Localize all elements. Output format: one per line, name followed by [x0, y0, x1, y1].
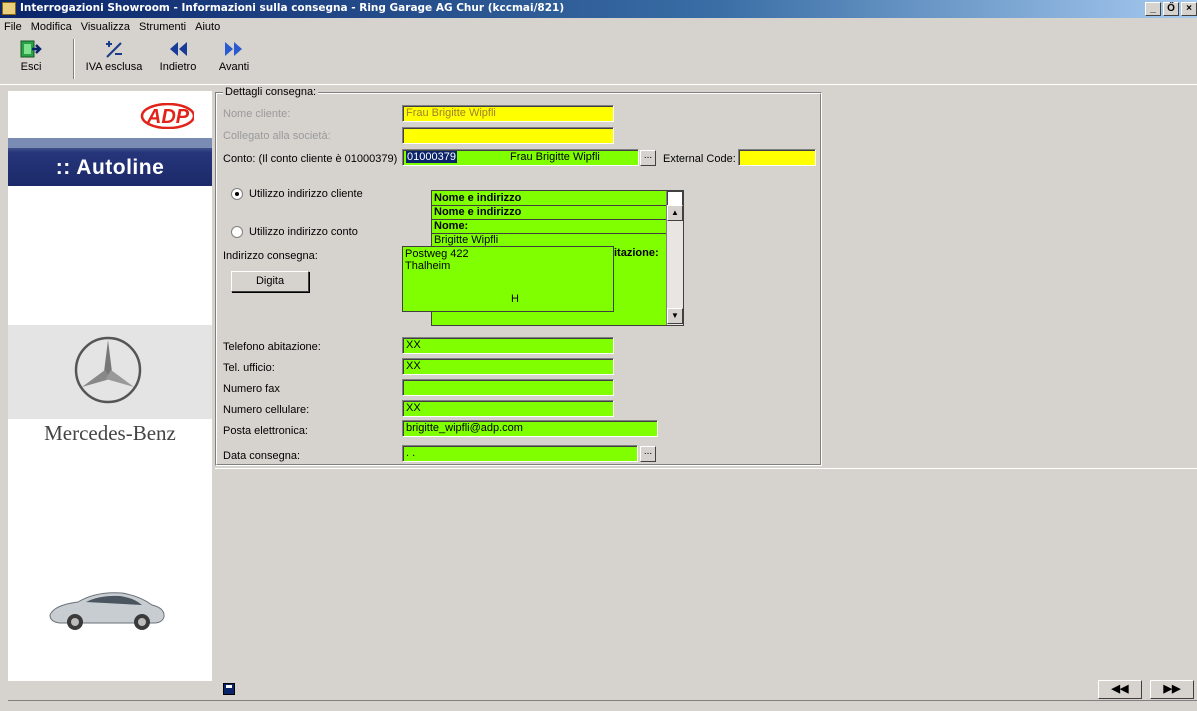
mercedes-star-icon — [74, 336, 142, 404]
menu-aiuto[interactable]: Aiuto — [195, 21, 220, 33]
back-label: Indietro — [159, 61, 197, 73]
menu-bar: File Modifica Visualizza Strumenti Aiuto — [0, 18, 1197, 35]
scroll-down-icon[interactable]: ▼ — [667, 308, 683, 324]
forward-label: Avanti — [218, 61, 250, 73]
menu-strumenti[interactable]: Strumenti — [139, 21, 186, 33]
account-field[interactable]: 01000379 Frau Brigitte Wipfli — [402, 149, 639, 166]
email-label: Posta elettronica: — [223, 425, 308, 437]
list-item[interactable]: Nome: — [434, 220, 468, 232]
phone-home-field[interactable]: XX — [402, 337, 614, 354]
exit-icon — [20, 37, 42, 61]
scroll-up-icon[interactable]: ▲ — [667, 205, 683, 221]
customer-name-label: Nome cliente: — [223, 108, 291, 120]
account-code: 01000379 — [406, 151, 457, 163]
delivery-address-label: Indirizzo consegna: — [223, 250, 318, 262]
vat-excluded-button[interactable]: IVA esclusa — [80, 37, 148, 81]
car-image — [49, 592, 165, 630]
right-empty-panel — [824, 92, 1197, 466]
delivery-address-textbox[interactable]: Postweg 422 Thalheim H — [402, 246, 614, 312]
menu-visualizza[interactable]: Visualizza — [81, 21, 130, 33]
menu-file[interactable]: File — [4, 21, 22, 33]
phone-office-field[interactable]: XX — [402, 358, 614, 375]
branding-panel: ADP :: Autoline Mercedes-Benz — [8, 91, 212, 681]
window-title: Interrogazioni Showroom - Informazioni s… — [20, 2, 565, 14]
phone-home-label: Telefono abitazione: — [223, 341, 321, 353]
fast-forward-icon — [223, 37, 245, 61]
radio-unselected-icon — [231, 226, 243, 238]
adp-text: ADP — [146, 106, 190, 128]
mercedes-benz-wordmark: Mercedes-Benz — [44, 421, 176, 445]
account-name: Frau Brigitte Wipfli — [510, 151, 600, 163]
radio-account-address-label: Utilizzo indirizzo conto — [249, 226, 358, 238]
external-code-label: External Code: — [663, 153, 736, 165]
mobile-label: Numero cellulare: — [223, 404, 310, 416]
list-item[interactable]: Brigitte Wipfli — [434, 234, 498, 246]
rewind-icon — [167, 37, 189, 61]
radio-customer-address-label: Utilizzo indirizzo cliente — [249, 188, 363, 200]
customer-name-field[interactable]: Frau Brigitte Wipfli — [402, 105, 614, 122]
save-icon[interactable] — [223, 683, 235, 695]
delivery-date-label: Data consegna: — [223, 450, 301, 462]
address-city: Thalheim — [405, 260, 451, 272]
radio-customer-address[interactable]: Utilizzo indirizzo cliente — [231, 188, 363, 200]
mobile-field[interactable]: XX — [402, 400, 614, 417]
forward-button[interactable]: Avanti — [214, 37, 254, 81]
autoline-logo: :: Autoline — [55, 156, 165, 179]
fax-field[interactable] — [402, 379, 614, 396]
toolbar-separator — [73, 39, 75, 79]
listbox-scrollbar[interactable]: ▲ ▼ — [666, 191, 683, 325]
bottom-empty-area — [215, 468, 1197, 680]
close-button[interactable]: × — [1181, 2, 1197, 16]
fax-label: Numero fax — [223, 383, 280, 395]
account-lookup-button[interactable]: ... — [640, 150, 656, 166]
maximize-button[interactable]: Ő — [1163, 2, 1179, 16]
app-icon — [2, 2, 16, 15]
address-street: Postweg 422 — [405, 248, 469, 260]
hidden-label-fragment: itazione: — [614, 247, 659, 259]
list-item[interactable]: Nome e indirizzo — [434, 206, 521, 218]
company-field[interactable] — [402, 127, 614, 144]
autoline-banner: :: Autoline — [8, 138, 212, 186]
minimize-button[interactable]: _ — [1145, 2, 1161, 16]
autoline-strip — [8, 138, 212, 148]
external-code-field[interactable] — [738, 149, 816, 166]
title-bar: Interrogazioni Showroom - Informazioni s… — [0, 0, 1197, 18]
date-picker-button[interactable]: ... — [640, 446, 656, 462]
address-country: H — [511, 293, 519, 305]
toolbar: Esci IVA esclusa Indietro Avanti — [0, 35, 1197, 85]
group-title: Dettagli consegna: — [223, 86, 319, 98]
status-bar — [8, 700, 1197, 711]
email-field[interactable]: brigitte_wipfli@adp.com — [402, 420, 658, 437]
list-item[interactable]: Nome e indirizzo — [434, 192, 521, 204]
company-label: Collegato alla società: — [223, 130, 331, 142]
exit-label: Esci — [20, 61, 42, 73]
percent-icon — [103, 37, 125, 61]
digita-button[interactable]: Digita — [231, 271, 309, 292]
radio-selected-icon — [231, 188, 243, 200]
delivery-date-field[interactable]: . . — [402, 445, 638, 462]
exit-button[interactable]: Esci — [14, 37, 48, 81]
back-button[interactable]: Indietro — [150, 37, 206, 81]
window-controls: _ Ő × — [1145, 2, 1197, 16]
menu-modifica[interactable]: Modifica — [31, 21, 72, 33]
phone-office-label: Tel. ufficio: — [223, 362, 275, 374]
previous-record-button[interactable]: ◀◀ — [1098, 680, 1142, 699]
vat-excluded-label: IVA esclusa — [85, 61, 143, 73]
next-record-button[interactable]: ▶▶ — [1150, 680, 1194, 699]
adp-logo: ADP — [140, 103, 194, 129]
account-label: Conto: (Il conto cliente è 01000379) — [223, 153, 398, 165]
radio-account-address[interactable]: Utilizzo indirizzo conto — [231, 226, 358, 238]
